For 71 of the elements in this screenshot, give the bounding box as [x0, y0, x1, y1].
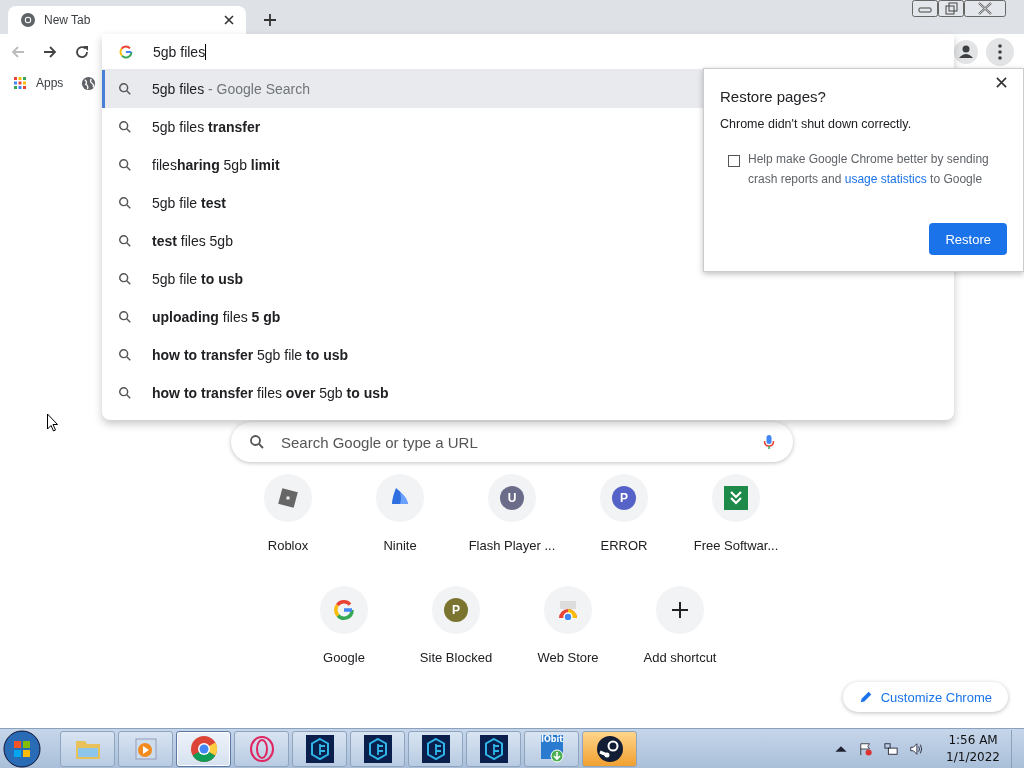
globe-icon[interactable]: [81, 75, 97, 91]
suggestion-item[interactable]: uploading files 5 gb: [102, 298, 954, 336]
ring-icon: [247, 734, 276, 763]
letter-icon: P: [612, 486, 636, 510]
network-icon[interactable]: [884, 741, 899, 756]
menu-icon[interactable]: [986, 38, 1014, 66]
taskbar-button[interactable]: [292, 730, 347, 767]
shortcut-tile[interactable]: Web Store: [512, 578, 624, 690]
shortcut-tile[interactable]: Ninite: [344, 466, 456, 578]
shortcut-tile[interactable]: Add shortcut: [624, 578, 736, 690]
chrome-icon: [189, 734, 218, 763]
suggestion-item[interactable]: how to transfer files over 5gb to usb: [102, 374, 954, 412]
search-icon: [249, 434, 265, 450]
close-icon[interactable]: [996, 77, 1007, 88]
shortcut-tile[interactable]: P Site Blocked: [400, 578, 512, 690]
customize-chrome-button[interactable]: Customize Chrome: [842, 682, 1008, 712]
mouse-cursor-icon: [46, 413, 59, 432]
restore-icon[interactable]: [938, 0, 964, 17]
rainbow-icon: [556, 598, 580, 622]
taskbar-button[interactable]: [408, 730, 463, 767]
search-field[interactable]: Search Google or type a URL: [279, 432, 749, 452]
microphone-icon[interactable]: [763, 434, 775, 450]
steam-icon: [595, 734, 624, 763]
new-tab-icon[interactable]: [263, 13, 277, 27]
search-icon: [118, 310, 132, 324]
usage-statistics-link[interactable]: usage statistics: [844, 172, 927, 186]
letter-icon: U: [500, 486, 524, 510]
taskbar-button[interactable]: [350, 730, 405, 767]
clock[interactable]: 1:56 AM 1/1/2022: [938, 731, 1008, 766]
search-icon: [118, 82, 132, 96]
search-icon: [118, 158, 132, 172]
reload-icon[interactable]: [74, 44, 90, 60]
close-icon[interactable]: [224, 15, 234, 25]
taskbar-button[interactable]: [466, 730, 521, 767]
shortcut-tile[interactable]: Roblox: [232, 466, 344, 578]
search-icon: [118, 234, 132, 248]
apps-grid-icon: [14, 77, 26, 89]
shortcut-tile[interactable]: U Flash Player ...: [456, 466, 568, 578]
taskbar-button[interactable]: IObit: [524, 730, 579, 767]
suggestion-item[interactable]: how to transfer 5gb file to usb: [102, 336, 954, 374]
checkbox-label: Help make Google Chrome better by sending crash reports and usage statistics to Google: [748, 151, 990, 188]
chrome-icon: [20, 12, 36, 28]
google-icon: [332, 598, 356, 622]
search-icon: [118, 196, 132, 210]
checkbox[interactable]: [728, 155, 740, 167]
shortcut-tile[interactable]: Free Softwar...: [680, 466, 792, 578]
download-icon: [724, 486, 748, 510]
letter-icon: P: [444, 598, 468, 622]
search-icon: [118, 272, 132, 286]
taskbar-button[interactable]: [582, 730, 637, 767]
search-icon: [118, 120, 132, 134]
flag-icon[interactable]: [859, 741, 874, 756]
suggestion-item[interactable]: 5gb file to usb: [102, 260, 954, 298]
profile-icon[interactable]: [954, 40, 978, 64]
dialog-message: Chrome didn't shut down correctly.: [720, 117, 913, 131]
tab-title: New Tab: [44, 13, 92, 27]
start-button[interactable]: [2, 728, 42, 768]
minimize-icon[interactable]: [912, 0, 938, 17]
dialog-title: Restore pages?: [720, 88, 826, 105]
volume-icon[interactable]: [909, 741, 924, 756]
browser-tab[interactable]: New Tab: [8, 6, 246, 34]
restore-button[interactable]: Restore: [929, 223, 1007, 255]
search-icon: [118, 386, 132, 400]
forward-icon[interactable]: [42, 44, 58, 60]
iobit-label: IObit: [541, 734, 564, 744]
shortcut-tile[interactable]: Google: [288, 578, 400, 690]
shortcut-tile[interactable]: P ERROR: [568, 466, 680, 578]
google-icon: [118, 43, 134, 60]
pencil-icon: [858, 690, 873, 704]
apps-button[interactable]: Apps: [14, 76, 64, 90]
search-icon: [118, 348, 132, 362]
